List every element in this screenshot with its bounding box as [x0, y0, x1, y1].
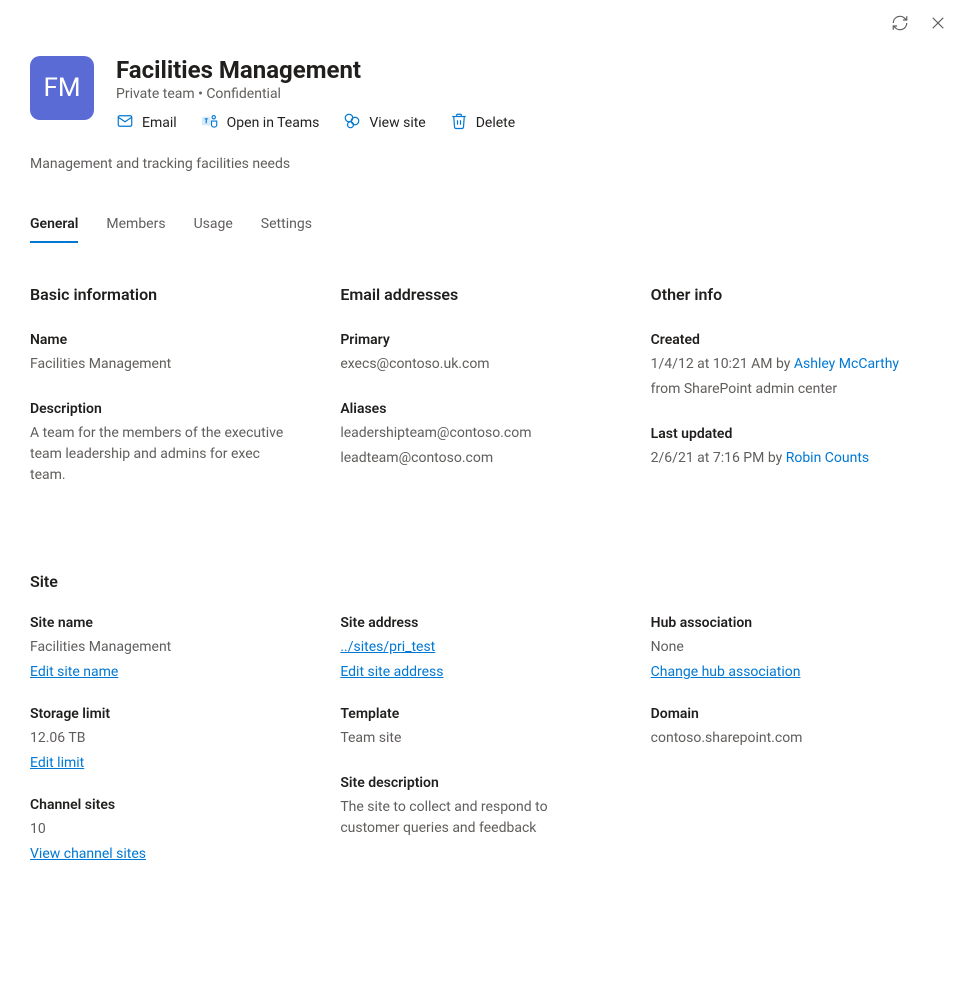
avatar-initials: FM: [43, 73, 80, 103]
tab-bar: General Members Usage Settings: [30, 216, 931, 243]
group-description: Management and tracking facilities needs: [30, 156, 931, 172]
site-address-value[interactable]: ../sites/pri_test: [340, 639, 435, 655]
alias-2: leadteam@contoso.com: [340, 448, 620, 469]
trash-icon: [450, 112, 468, 134]
name-value: Facilities Management: [30, 354, 310, 375]
description-label: Description: [30, 401, 310, 417]
edit-limit-link[interactable]: Edit limit: [30, 755, 84, 771]
site-col-2: Site address ../sites/pri_test Edit site…: [340, 615, 620, 888]
other-info-heading: Other info: [651, 285, 931, 304]
created-value: 1/4/12 at 10:21 AM by Ashley McCarthy: [651, 354, 931, 375]
name-label: Name: [30, 332, 310, 348]
view-site-label: View site: [369, 115, 425, 131]
header: FM Facilities Management Private team • …: [30, 56, 931, 134]
site-address-label: Site address: [340, 615, 620, 631]
channel-sites-value: 10: [30, 819, 310, 840]
storage-limit-value: 12.06 TB: [30, 728, 310, 749]
group-avatar: FM: [30, 56, 94, 120]
site-col-3: Hub association None Change hub associat…: [651, 615, 931, 888]
email-label: Email: [142, 115, 177, 131]
primary-email-label: Primary: [340, 332, 620, 348]
page-subtitle: Private team • Confidential: [116, 86, 515, 102]
mail-icon: [116, 112, 134, 134]
site-name-label: Site name: [30, 615, 310, 631]
alias-1: leadershipteam@contoso.com: [340, 423, 620, 444]
site-heading: Site: [30, 572, 931, 591]
page-title: Facilities Management: [116, 56, 515, 84]
email-button[interactable]: Email: [116, 112, 177, 134]
basic-info-heading: Basic information: [30, 285, 310, 304]
edit-site-name-link[interactable]: Edit site name: [30, 664, 118, 680]
created-timestamp: 1/4/12 at 10:21 AM by: [651, 356, 794, 372]
email-heading: Email addresses: [340, 285, 620, 304]
created-source: from SharePoint admin center: [651, 379, 931, 400]
open-in-teams-button[interactable]: Open in Teams: [201, 112, 320, 134]
delete-label: Delete: [476, 115, 515, 131]
template-value: Team site: [340, 728, 620, 749]
domain-value: contoso.sharepoint.com: [651, 728, 931, 749]
site-description-label: Site description: [340, 775, 620, 791]
storage-limit-label: Storage limit: [30, 706, 310, 722]
tab-settings[interactable]: Settings: [261, 216, 312, 242]
template-label: Template: [340, 706, 620, 722]
updated-value: 2/6/21 at 7:16 PM by Robin Counts: [651, 448, 931, 469]
tab-usage[interactable]: Usage: [194, 216, 233, 242]
refresh-icon[interactable]: [891, 14, 909, 50]
tab-members[interactable]: Members: [106, 216, 165, 242]
teams-icon: [201, 112, 219, 134]
created-by-link[interactable]: Ashley McCarthy: [794, 356, 899, 372]
edit-site-address-link[interactable]: Edit site address: [340, 664, 443, 680]
close-icon[interactable]: [929, 14, 947, 50]
site-description-value: The site to collect and respond to custo…: [340, 797, 600, 839]
other-info-column: Other info Created 1/4/12 at 10:21 AM by…: [651, 285, 931, 512]
domain-label: Domain: [651, 706, 931, 722]
basic-info-column: Basic information Name Facilities Manage…: [30, 285, 310, 512]
sharepoint-icon: [343, 112, 361, 134]
site-name-value: Facilities Management: [30, 637, 310, 658]
description-value: A team for the members of the executive …: [30, 423, 290, 486]
site-col-1: Site name Facilities Management Edit sit…: [30, 615, 310, 888]
created-label: Created: [651, 332, 931, 348]
view-site-button[interactable]: View site: [343, 112, 425, 134]
open-in-teams-label: Open in Teams: [227, 115, 320, 131]
updated-timestamp: 2/6/21 at 7:16 PM by: [651, 450, 786, 466]
channel-sites-label: Channel sites: [30, 797, 310, 813]
hub-association-label: Hub association: [651, 615, 931, 631]
primary-email-value: execs@contoso.uk.com: [340, 354, 620, 375]
delete-button[interactable]: Delete: [450, 112, 515, 134]
updated-by-link[interactable]: Robin Counts: [786, 450, 869, 466]
hub-association-value: None: [651, 637, 931, 658]
updated-label: Last updated: [651, 426, 931, 442]
tab-general[interactable]: General: [30, 216, 78, 242]
change-hub-association-link[interactable]: Change hub association: [651, 664, 801, 680]
view-channel-sites-link[interactable]: View channel sites: [30, 846, 146, 862]
email-addresses-column: Email addresses Primary execs@contoso.uk…: [340, 285, 620, 512]
aliases-label: Aliases: [340, 401, 620, 417]
